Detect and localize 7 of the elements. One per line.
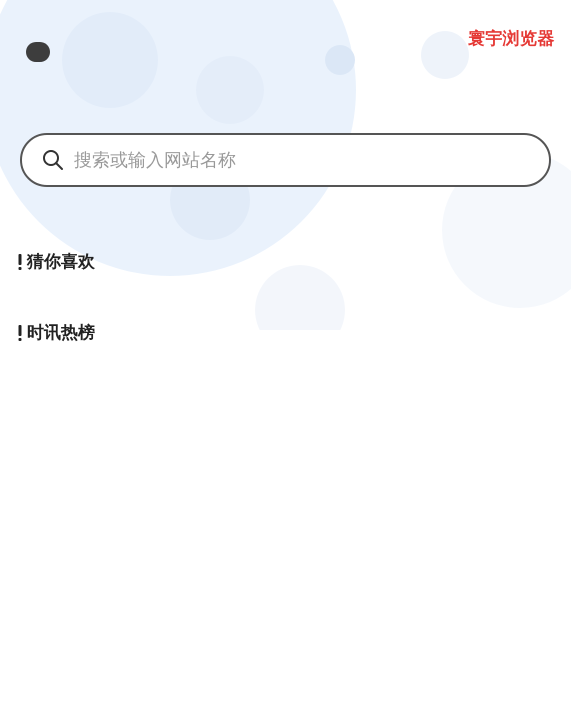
search-field[interactable]: 搜索或输入网站名称 <box>20 133 551 187</box>
brand-title: 寰宇浏览器 <box>468 28 555 50</box>
section-marker-icon <box>18 325 22 341</box>
section-marker-icon <box>18 254 22 270</box>
section-title: 猜你喜欢 <box>27 251 95 274</box>
search-icon <box>42 149 64 171</box>
section-title: 时讯热榜 <box>27 322 95 344</box>
